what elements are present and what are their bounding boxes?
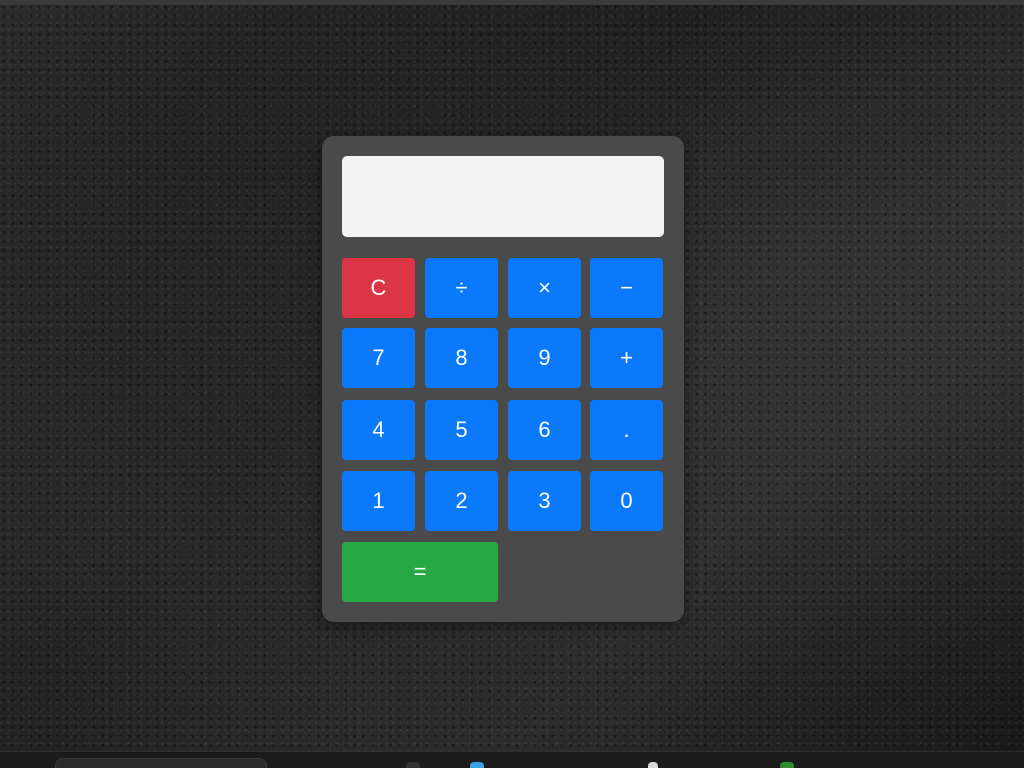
digit-7-button[interactable]: 7 — [342, 328, 415, 388]
taskbar-app-icon[interactable] — [406, 762, 420, 768]
equals-button[interactable]: = — [342, 542, 498, 602]
subtract-button[interactable]: − — [590, 258, 663, 318]
taskbar-app-icon[interactable] — [780, 762, 794, 768]
digit-0-button[interactable]: 0 — [590, 471, 663, 531]
digit-3-button[interactable]: 3 — [508, 471, 581, 531]
taskbar — [0, 751, 1024, 768]
add-button[interactable]: + — [590, 328, 663, 388]
taskbar-search-box[interactable] — [55, 758, 267, 768]
digit-6-button[interactable]: 6 — [508, 400, 581, 460]
calculator: C ÷ × − 7 8 9 + 4 5 6 . 1 2 3 0 = — [322, 136, 684, 622]
digit-5-button[interactable]: 5 — [425, 400, 498, 460]
decimal-button[interactable]: . — [590, 400, 663, 460]
digit-2-button[interactable]: 2 — [425, 471, 498, 531]
taskbar-app-icon[interactable] — [648, 762, 658, 768]
digit-4-button[interactable]: 4 — [342, 400, 415, 460]
digit-9-button[interactable]: 9 — [508, 328, 581, 388]
digit-1-button[interactable]: 1 — [342, 471, 415, 531]
clear-button[interactable]: C — [342, 258, 415, 318]
taskbar-browser-icon[interactable] — [470, 762, 484, 768]
digit-8-button[interactable]: 8 — [425, 328, 498, 388]
window-top-edge — [0, 0, 1024, 5]
multiply-button[interactable]: × — [508, 258, 581, 318]
calculator-display — [342, 156, 664, 237]
divide-button[interactable]: ÷ — [425, 258, 498, 318]
